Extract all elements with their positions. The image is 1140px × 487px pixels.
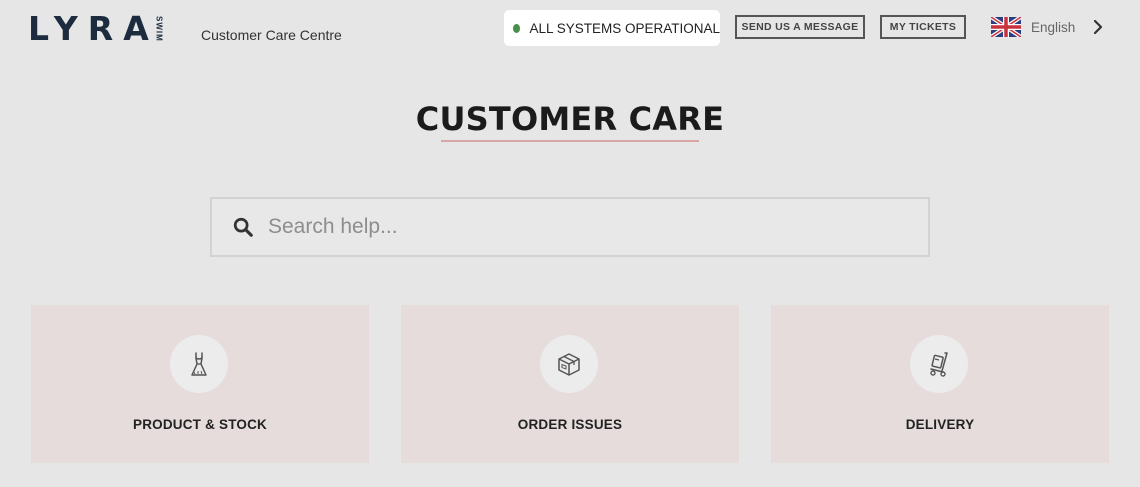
- dress-icon: [191, 352, 207, 376]
- uk-flag-icon: [991, 17, 1021, 37]
- language-selector[interactable]: English: [991, 16, 1075, 38]
- card-label: DELIVERY: [905, 417, 975, 432]
- hand-truck-icon: [930, 352, 948, 377]
- lyra-logo[interactable]: LYRA SWIM: [28, 10, 164, 46]
- header: LYRA SWIM Customer Care Centre ALL SYSTE…: [0, 0, 1140, 56]
- site-subtitle: Customer Care Centre: [201, 27, 342, 43]
- card-icon-circle: [170, 335, 228, 393]
- search-icon: [233, 217, 253, 237]
- language-label: English: [1031, 19, 1076, 35]
- chevron-right-icon[interactable]: [1092, 19, 1104, 35]
- my-tickets-button[interactable]: MY TICKETS: [880, 15, 966, 39]
- card-icon-circle: [910, 335, 968, 393]
- system-status-badge[interactable]: ALL SYSTEMS OPERATIONAL: [504, 10, 720, 46]
- card-label: PRODUCT & STOCK: [132, 417, 267, 432]
- logo-tag: SWIM: [154, 16, 164, 42]
- card-label: ORDER ISSUES: [517, 417, 623, 432]
- category-card-order-issues[interactable]: ORDER ISSUES: [401, 305, 739, 463]
- search-input[interactable]: [268, 207, 868, 247]
- category-card-product-stock[interactable]: PRODUCT & STOCK: [31, 305, 369, 463]
- title-underline: [441, 140, 699, 142]
- search-box[interactable]: [210, 197, 930, 257]
- send-message-button[interactable]: SEND US A MESSAGE: [735, 15, 865, 39]
- card-icon-circle: [540, 335, 598, 393]
- status-dot-icon: [513, 23, 521, 33]
- logo-wordmark: LYRA: [28, 8, 159, 48]
- category-card-delivery[interactable]: DELIVERY: [771, 305, 1109, 463]
- status-text: ALL SYSTEMS OPERATIONAL: [529, 20, 720, 36]
- box-icon: [558, 353, 580, 376]
- page-title: CUSTOMER CARE: [415, 100, 725, 138]
